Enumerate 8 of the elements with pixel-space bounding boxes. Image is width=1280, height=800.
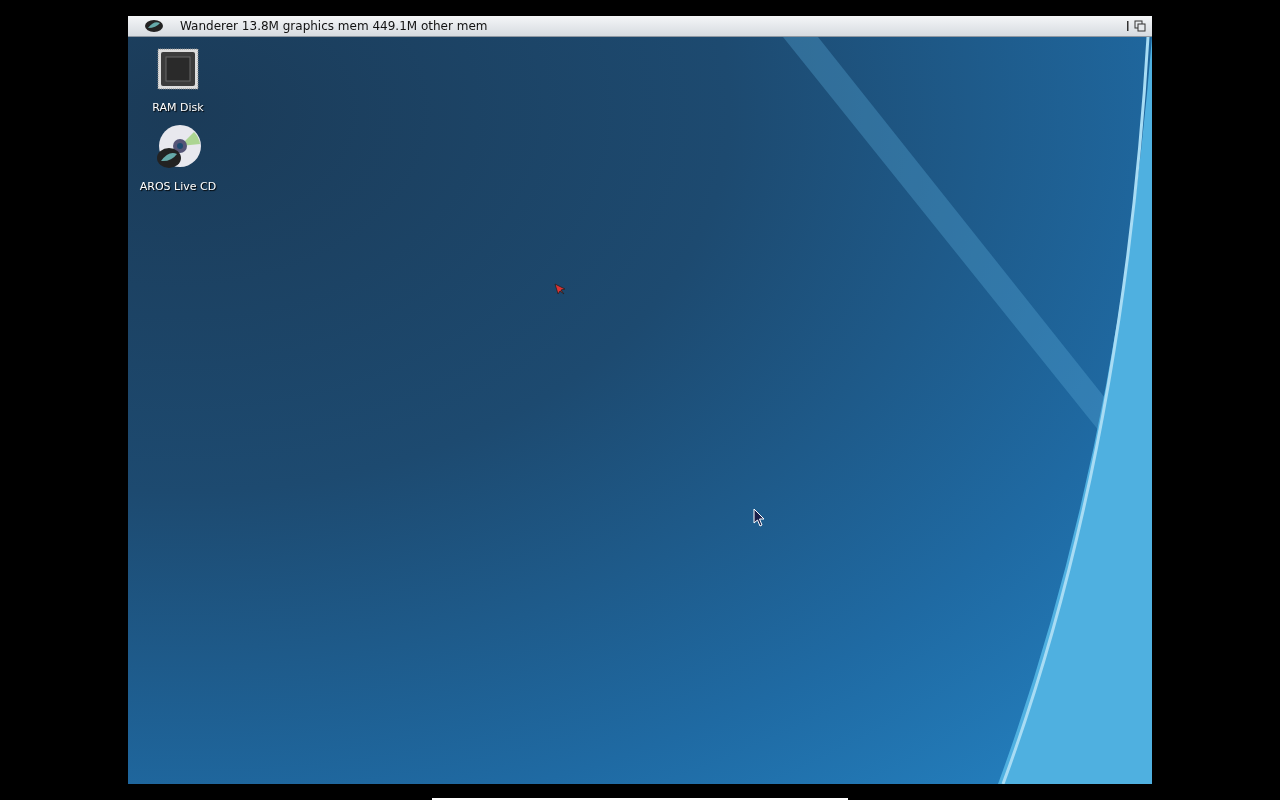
divider-icon	[1124, 20, 1132, 32]
icon-label[interactable]: RAM Disk	[152, 101, 204, 114]
eye-logo-icon[interactable]	[144, 19, 164, 33]
icon-label[interactable]: AROS Live CD	[139, 180, 217, 193]
pointer-icon	[554, 283, 566, 295]
depth-gadget-icon[interactable]	[1134, 20, 1146, 32]
screen-title: Wanderer 13.8M graphics mem 449.1M other mem	[180, 19, 489, 33]
mouse-pointer-icon	[753, 508, 766, 527]
